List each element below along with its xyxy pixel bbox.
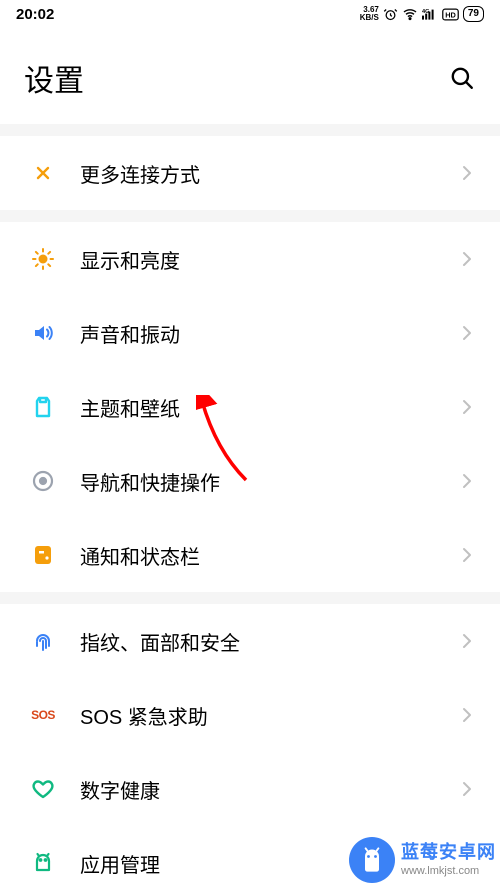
setting-item-navigation[interactable]: 导航和快捷操作: [0, 444, 500, 518]
net-speed: 3.67 KB/S: [360, 6, 379, 22]
speaker-icon: [30, 320, 56, 346]
theme-icon: [30, 394, 56, 420]
setting-item-security[interactable]: 指纹、面部和安全: [0, 604, 500, 678]
chevron-right-icon: [458, 324, 476, 342]
sos-icon: SOS: [30, 702, 56, 728]
chevron-right-icon: [458, 250, 476, 268]
chevron-right-icon: [458, 706, 476, 724]
status-indicators: 3.67 KB/S 4G HD 79: [360, 6, 484, 22]
setting-item-theme[interactable]: 主题和壁纸: [0, 370, 500, 444]
setting-item-notification[interactable]: 通知和状态栏: [0, 518, 500, 592]
status-bar: 20:02 3.67 KB/S 4G HD 79: [0, 0, 500, 28]
item-label: SOS 紧急求助: [80, 701, 458, 730]
battery-indicator: 79: [463, 6, 484, 22]
item-label: 声音和振动: [80, 319, 458, 348]
cell-signal-icon: 4G: [422, 7, 438, 21]
item-label: 指纹、面部和安全: [80, 627, 458, 656]
item-label: 数字健康: [80, 775, 458, 804]
item-label: 导航和快捷操作: [80, 467, 458, 496]
watermark-title: 蓝莓安卓网: [401, 843, 496, 863]
watermark: 蓝莓安卓网 www.lmkjst.com: [349, 837, 496, 883]
chevron-right-icon: [458, 164, 476, 182]
sun-icon: [30, 246, 56, 272]
status-time: 20:02: [16, 6, 54, 23]
svg-text:HD: HD: [445, 10, 456, 19]
search-icon: [449, 65, 475, 91]
page-header: 设置: [0, 28, 500, 124]
group-divider: [0, 124, 500, 136]
wifi-icon: [402, 6, 418, 22]
chevron-right-icon: [458, 398, 476, 416]
chevron-right-icon: [458, 472, 476, 490]
item-label: 更多连接方式: [80, 159, 458, 188]
setting-item-sos[interactable]: SOS SOS 紧急求助: [0, 678, 500, 752]
chevron-right-icon: [458, 632, 476, 650]
group-divider: [0, 210, 500, 222]
setting-item-more-connections[interactable]: 更多连接方式: [0, 136, 500, 210]
chevron-right-icon: [458, 780, 476, 798]
fingerprint-icon: [30, 628, 56, 654]
compass-icon: [30, 468, 56, 494]
page-title: 设置: [24, 56, 84, 100]
chevron-right-icon: [458, 546, 476, 564]
hd-icon: HD: [442, 8, 459, 21]
notification-icon: [30, 542, 56, 568]
item-label: 主题和壁纸: [80, 393, 458, 422]
watermark-url: www.lmkjst.com: [401, 865, 496, 877]
watermark-text: 蓝莓安卓网 www.lmkjst.com: [401, 843, 496, 877]
connections-icon: [30, 160, 56, 186]
setting-item-sound[interactable]: 声音和振动: [0, 296, 500, 370]
group-divider: [0, 592, 500, 604]
setting-item-display[interactable]: 显示和亮度: [0, 222, 500, 296]
item-label: 显示和亮度: [80, 245, 458, 274]
heart-icon: [30, 776, 56, 802]
item-label: 通知和状态栏: [80, 541, 458, 570]
watermark-logo-icon: [349, 837, 395, 883]
setting-item-digital-wellbeing[interactable]: 数字健康: [0, 752, 500, 826]
alarm-icon: [383, 7, 398, 22]
search-button[interactable]: [448, 64, 476, 92]
android-icon: [30, 850, 56, 876]
